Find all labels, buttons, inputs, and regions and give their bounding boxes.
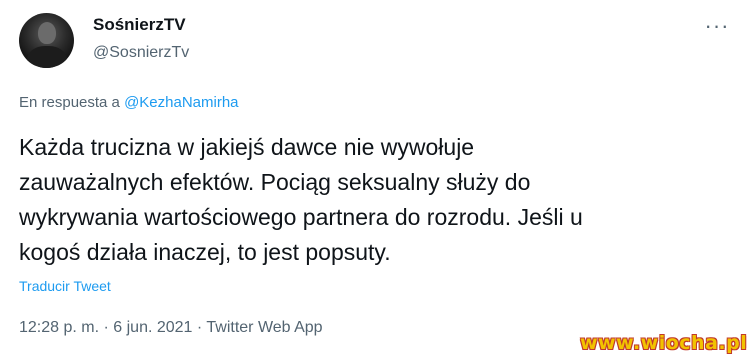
- translate-tweet-link[interactable]: Traducir Tweet: [19, 278, 111, 294]
- tweet-timestamp[interactable]: 12:28 p. m. · 6 jun. 2021 · Twitter Web …: [19, 319, 323, 337]
- display-name[interactable]: SośnierzTV: [93, 15, 186, 35]
- user-handle[interactable]: @SosnierzTv: [93, 44, 189, 62]
- reply-mention-link[interactable]: @KezhaNamirha: [124, 94, 238, 111]
- tweet-text: Każda trucizna w jakiejś dawce nie wywoł…: [19, 134, 583, 265]
- avatar-body: [27, 46, 67, 68]
- reply-context: En respuesta a @KezhaNamirha: [19, 94, 239, 111]
- reply-prefix: En respuesta a: [19, 94, 120, 111]
- avatar[interactable]: [19, 13, 74, 68]
- avatar-head: [38, 22, 56, 44]
- more-icon[interactable]: ···: [700, 12, 734, 46]
- watermark: www.wiocha.pl: [580, 332, 748, 354]
